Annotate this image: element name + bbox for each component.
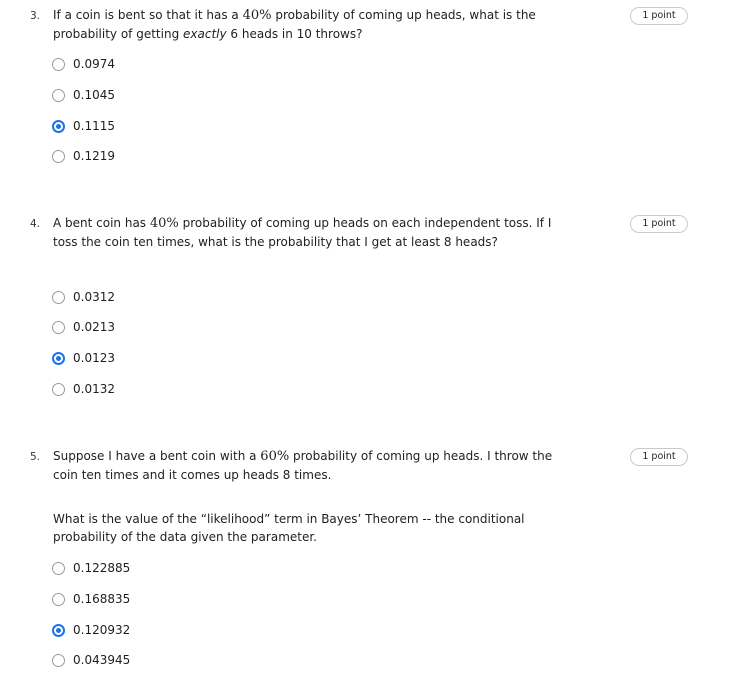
option-label: 0.0132 — [73, 382, 115, 396]
radio-button-selected[interactable] — [52, 119, 65, 133]
radio-button[interactable] — [52, 592, 65, 606]
option-q5-0[interactable]: 0.122885 — [52, 559, 130, 577]
option-q3-0[interactable]: 0.0974 — [52, 55, 115, 73]
option-q5-2[interactable]: 0.120932 — [52, 621, 130, 639]
option-label: 0.120932 — [73, 623, 131, 637]
option-label: 0.0312 — [73, 290, 115, 304]
question-number: 3. — [30, 10, 41, 22]
radio-button[interactable] — [52, 320, 65, 334]
option-label: 0.0213 — [73, 320, 115, 334]
radio-button[interactable] — [52, 290, 65, 304]
option-label: 0.168835 — [73, 592, 131, 606]
question-number: 5. — [30, 451, 41, 463]
option-q5-3[interactable]: 0.043945 — [52, 651, 130, 669]
radio-button-selected[interactable] — [52, 351, 65, 365]
option-label: 0.1115 — [73, 119, 115, 133]
radio-button[interactable] — [52, 88, 65, 102]
points-badge: 1 point — [630, 215, 688, 233]
option-label: 0.1219 — [73, 149, 115, 163]
radio-button[interactable] — [52, 149, 65, 163]
question-text: If a coin is bent so that it has a 40% p… — [53, 8, 536, 41]
radio-button[interactable] — [52, 561, 65, 575]
option-label: 0.0974 — [73, 57, 115, 71]
question-text: Suppose I have a bent coin with a 60% pr… — [53, 449, 553, 482]
option-q4-0[interactable]: 0.0312 — [52, 288, 115, 306]
radio-button[interactable] — [52, 653, 65, 667]
option-label: 0.122885 — [73, 561, 131, 575]
points-badge: 1 point — [630, 448, 688, 466]
radio-button[interactable] — [52, 382, 65, 396]
option-label: 0.0123 — [73, 351, 115, 365]
option-label: 0.043945 — [73, 653, 131, 667]
option-q4-1[interactable]: 0.0213 — [52, 318, 115, 336]
option-q3-3[interactable]: 0.1219 — [52, 147, 115, 165]
question-text: A bent coin has 40% probability of comin… — [53, 216, 552, 249]
option-q3-1[interactable]: 0.1045 — [52, 86, 115, 104]
question-subtext: What is the value of the “likelihood” te… — [53, 512, 525, 544]
option-q5-1[interactable]: 0.168835 — [52, 590, 130, 608]
option-label: 0.1045 — [73, 88, 115, 102]
radio-button[interactable] — [52, 57, 65, 71]
option-q3-2[interactable]: 0.1115 — [52, 117, 115, 135]
option-q4-3[interactable]: 0.0132 — [52, 380, 115, 398]
question-number: 4. — [30, 218, 41, 230]
points-badge: 1 point — [630, 7, 688, 25]
option-q4-2[interactable]: 0.0123 — [52, 349, 115, 367]
radio-button-selected[interactable] — [52, 623, 65, 637]
